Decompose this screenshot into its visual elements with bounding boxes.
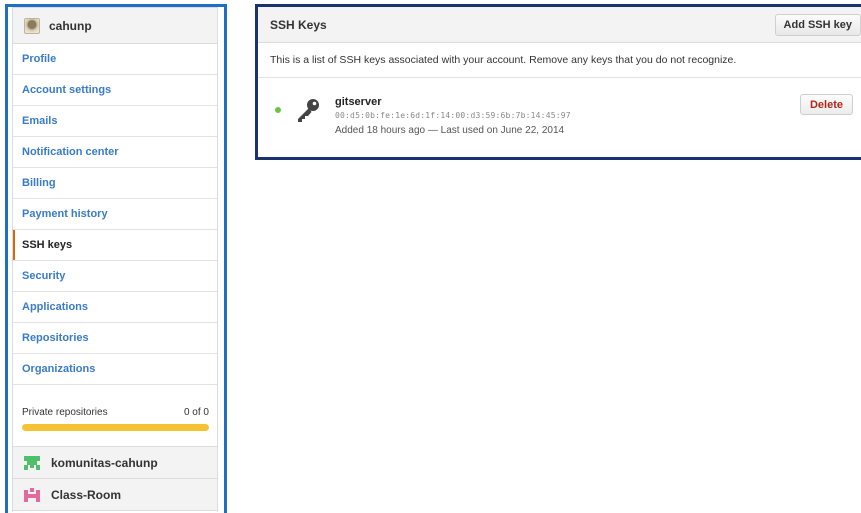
key-meta: Added 18 hours ago — Last used on June 2…	[335, 125, 565, 136]
key-icon	[298, 99, 319, 122]
avatar	[24, 17, 40, 34]
sidebar-item-notification-center[interactable]: Notification center	[13, 137, 217, 168]
private-repositories-label: Private repositories	[22, 407, 108, 418]
org-name: Class-Room	[51, 487, 122, 502]
sidebar-item-security[interactable]: Security	[13, 261, 217, 292]
panel-header: SSH Keys Add SSH key	[258, 7, 861, 43]
sidebar-item-account-settings[interactable]: Account settings	[13, 75, 217, 106]
org-identicon-icon	[24, 487, 40, 502]
org-identicon-icon	[24, 455, 40, 470]
settings-sidebar: cahunp Profile Account settings Emails N…	[12, 7, 218, 512]
private-repositories-progress-fill	[22, 424, 209, 431]
ssh-key-row: gitserver 00:d5:0b:fe:1e:6d:1f:14:00:d3:…	[258, 78, 861, 156]
account-header[interactable]: cahunp	[13, 8, 217, 44]
sidebar-item-repositories[interactable]: Repositories	[13, 323, 217, 354]
org-item-komunitas-cahunp[interactable]: komunitas-cahunp	[13, 447, 217, 479]
sidebar-item-applications[interactable]: Applications	[13, 292, 217, 323]
key-status-dot	[275, 107, 281, 113]
org-name: komunitas-cahunp	[51, 455, 158, 470]
panel-title: SSH Keys	[270, 17, 327, 32]
sidebar-item-organizations[interactable]: Organizations	[13, 354, 217, 385]
sidebar-item-payment-history[interactable]: Payment history	[13, 199, 217, 230]
key-fingerprint: 00:d5:0b:fe:1e:6d:1f:14:00:d3:59:6b:7b:1…	[335, 111, 571, 120]
private-repositories-count: 0 of 0	[183, 407, 209, 418]
key-title: gitserver	[335, 96, 382, 108]
panel-description: This is a list of SSH keys associated wi…	[258, 43, 861, 78]
sidebar-item-ssh-keys[interactable]: SSH keys	[13, 230, 217, 261]
sidebar-item-emails[interactable]: Emails	[13, 106, 217, 137]
add-ssh-key-button[interactable]: Add SSH key	[774, 13, 861, 36]
private-repositories-box: Private repositories 0 of 0	[13, 385, 217, 447]
sidebar-item-profile[interactable]: Profile	[13, 44, 217, 75]
org-item-class-room[interactable]: Class-Room	[13, 479, 217, 511]
account-name: cahunp	[49, 18, 92, 33]
ssh-keys-panel: SSH Keys Add SSH key This is a list of S…	[255, 4, 861, 160]
sidebar-item-billing[interactable]: Billing	[13, 168, 217, 199]
private-repositories-progress	[22, 424, 209, 431]
delete-key-button[interactable]: Delete	[799, 94, 853, 115]
